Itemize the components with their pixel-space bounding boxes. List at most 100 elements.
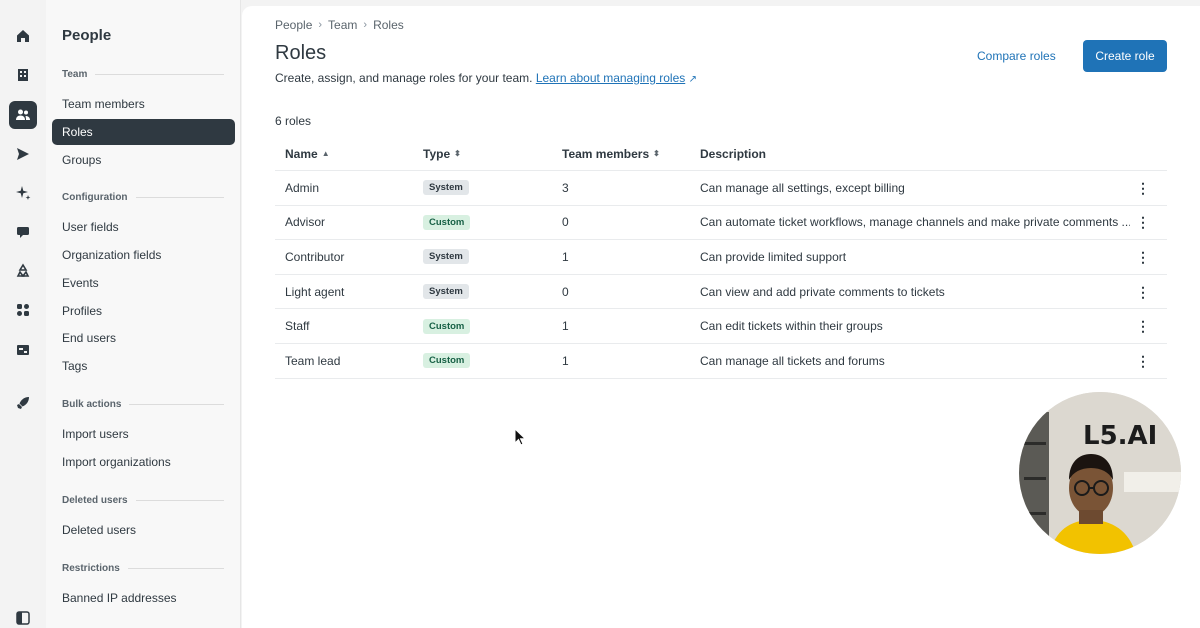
member-count: 1 [562, 249, 569, 264]
sparkle-icon[interactable] [9, 179, 37, 207]
breadcrumb-people[interactable]: People [275, 18, 312, 32]
nav-item-import-users[interactable]: Import users [52, 421, 235, 447]
table-row[interactable]: Contributor System 1 Can provide limited… [275, 240, 1167, 275]
kebab-icon: ⋮ [1136, 352, 1150, 369]
table-row[interactable]: Team lead Custom 1 Can manage all ticket… [275, 344, 1167, 379]
nav-item-groups[interactable]: Groups [52, 147, 235, 173]
role-description: Can manage all tickets and forums [700, 353, 885, 368]
learn-more-link[interactable]: Learn about managing roles [536, 71, 685, 85]
kebab-icon: ⋮ [1136, 283, 1150, 300]
role-description: Can manage all settings, except billing [700, 180, 905, 195]
people-icon[interactable] [9, 101, 37, 129]
page-subtitle: Create, assign, and manage roles for you… [275, 71, 697, 85]
compare-roles-button[interactable]: Compare roles [965, 40, 1068, 72]
recycle-icon[interactable] [9, 257, 37, 285]
table-row[interactable]: Advisor Custom 0 Can automate ticket wor… [275, 206, 1167, 241]
nav-item-profiles[interactable]: Profiles [52, 298, 235, 324]
nav-item-organization-fields[interactable]: Organization fields [52, 242, 235, 268]
row-menu-button[interactable]: ⋮ [1135, 240, 1151, 274]
nav-item-banned-ip[interactable]: Banned IP addresses [52, 585, 235, 611]
table-row[interactable]: Admin System 3 Can manage all settings, … [275, 171, 1167, 206]
kebab-icon: ⋮ [1136, 318, 1150, 335]
type-badge: Custom [423, 214, 471, 230]
create-role-button[interactable]: Create role [1083, 40, 1167, 72]
member-count: 0 [562, 215, 569, 230]
mouse-cursor-icon [514, 428, 526, 446]
nav-item-end-users[interactable]: End users [52, 325, 235, 351]
type-badge: Custom [423, 353, 471, 369]
nav-item-deleted-users[interactable]: Deleted users [52, 517, 235, 543]
table-row[interactable]: Staff Custom 1 Can edit tickets within t… [275, 309, 1167, 344]
role-description: Can edit tickets within their groups [700, 319, 883, 334]
role-name: Light agent [285, 284, 345, 299]
table-header: Name ▲ Type ⬍ Team members ⬍ Description [275, 137, 1167, 171]
webcam-overlay: L5.AI [1017, 390, 1183, 556]
chevron-right-icon: › [363, 19, 368, 31]
member-count: 3 [562, 180, 569, 195]
header-type[interactable]: Type ⬍ [423, 137, 461, 170]
section-deleted-users: Deleted users [62, 495, 224, 506]
roles-table: Name ▲ Type ⬍ Team members ⬍ Description Ad… [275, 137, 1167, 379]
header-name-label: Name [285, 146, 318, 161]
type-badge: Custom [423, 318, 471, 334]
sign-text: L5.AI [1083, 421, 1157, 451]
subnav-title: People [62, 27, 112, 44]
workspace-icon[interactable] [9, 336, 37, 364]
presenter-video-image: L5.AI [1019, 392, 1181, 554]
sort-icon: ⬍ [454, 149, 461, 158]
row-menu-button[interactable]: ⋮ [1135, 344, 1151, 378]
chat-icon[interactable] [9, 218, 37, 246]
type-badge: System [423, 249, 469, 265]
type-badge: System [423, 180, 469, 196]
row-menu-button[interactable]: ⋮ [1135, 206, 1151, 240]
header-members[interactable]: Team members ⬍ [562, 137, 660, 170]
sort-ascending-icon: ▲ [321, 149, 330, 158]
role-name: Admin [285, 180, 320, 195]
member-count: 0 [562, 284, 569, 299]
section-bulk-actions: Bulk actions [62, 399, 224, 410]
role-name: Contributor [285, 249, 345, 264]
subtitle-text: Create, assign, and manage roles for you… [275, 71, 533, 85]
breadcrumb-roles: Roles [373, 18, 404, 32]
header-description: Description [700, 146, 767, 161]
type-badge: System [423, 284, 469, 300]
nav-item-events[interactable]: Events [52, 270, 235, 296]
table-row[interactable]: Light agent System 0 Can view and add pr… [275, 275, 1167, 310]
people-subnav: People Team Team members Roles Groups Co… [46, 0, 241, 628]
role-name: Advisor [285, 215, 326, 230]
member-count: 1 [562, 319, 569, 334]
header-members-label: Team members [562, 146, 650, 161]
rocket-icon[interactable] [9, 389, 37, 417]
nav-item-team-members[interactable]: Team members [52, 91, 235, 117]
nav-item-import-organizations[interactable]: Import organizations [52, 449, 235, 475]
building-icon[interactable] [9, 61, 37, 89]
kebab-icon: ⋮ [1136, 214, 1150, 231]
row-menu-button[interactable]: ⋮ [1135, 171, 1151, 205]
page-title: Roles [275, 42, 327, 64]
apps-icon[interactable] [9, 296, 37, 324]
nav-item-user-fields[interactable]: User fields [52, 214, 235, 240]
external-link-icon: ↗ [688, 74, 697, 85]
nav-item-tags[interactable]: Tags [52, 353, 235, 379]
row-menu-button[interactable]: ⋮ [1135, 275, 1151, 309]
home-icon[interactable] [9, 22, 37, 50]
role-description: Can view and add private comments to tic… [700, 284, 945, 299]
breadcrumb-team[interactable]: Team [328, 18, 357, 32]
row-menu-button[interactable]: ⋮ [1135, 309, 1151, 343]
role-description: Can provide limited support [700, 249, 847, 264]
nav-item-roles[interactable]: Roles [52, 119, 235, 145]
send-icon[interactable] [9, 140, 37, 168]
member-count: 1 [562, 353, 569, 368]
roles-count: 6 roles [275, 114, 312, 128]
chevron-right-icon: › [318, 19, 323, 31]
sort-icon: ⬍ [653, 149, 660, 158]
sidebar-toggle-icon[interactable] [9, 604, 37, 628]
section-team: Team [62, 69, 224, 80]
kebab-icon: ⋮ [1136, 248, 1150, 265]
role-name: Team lead [285, 353, 341, 368]
header-name[interactable]: Name ▲ [285, 137, 330, 170]
role-name: Staff [285, 319, 310, 334]
header-type-label: Type [423, 146, 451, 161]
breadcrumb: People › Team › Roles [275, 18, 404, 32]
role-description: Can automate ticket workflows, manage ch… [700, 215, 1130, 230]
